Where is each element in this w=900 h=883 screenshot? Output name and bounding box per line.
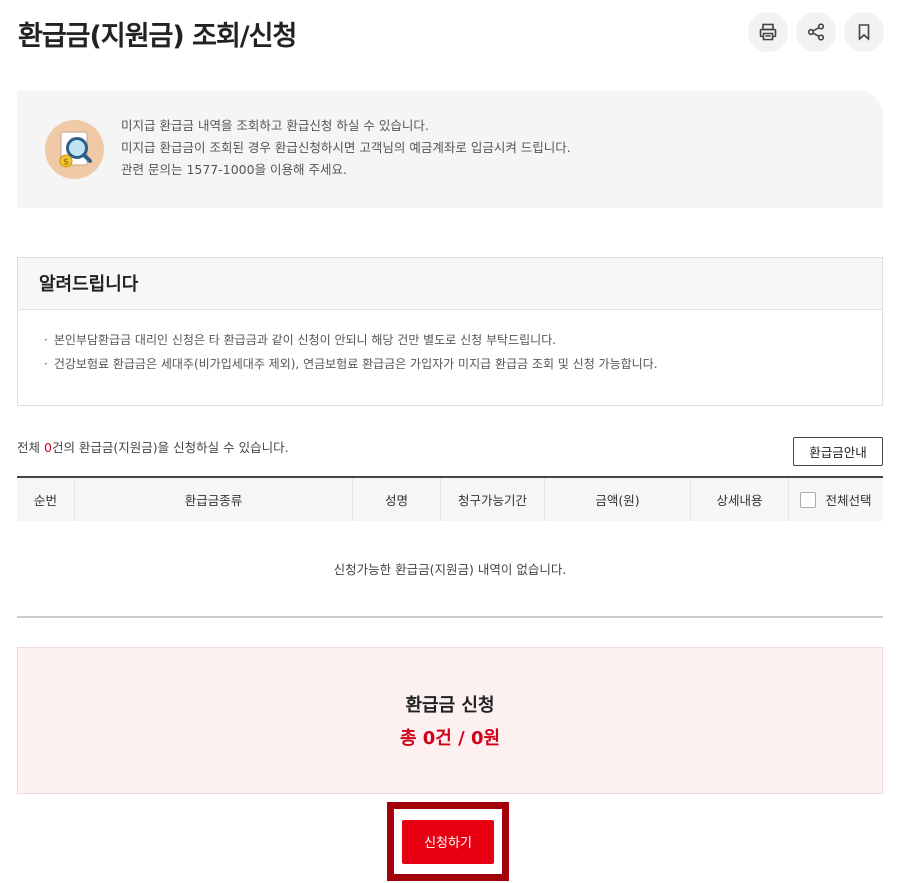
column-header-detail: 상세내용 [691, 478, 789, 521]
refund-guide-button[interactable]: 환급금안내 [793, 437, 883, 466]
bookmark-icon [858, 24, 870, 41]
count-number: 0 [43, 440, 52, 455]
notice-item: 건강보험료 환급금은 세대주(비가입세대주 제외), 연금보험료 환급금은 가입… [44, 352, 882, 376]
intro-line: 관련 문의는 1577-1000을 이용해 주세요. [121, 162, 348, 177]
magnifier-coin-icon: $ [45, 120, 104, 179]
page-title: 환급금(지원금) 조회/신청 [18, 21, 297, 52]
intro-line: 미지급 환급금이 조회된 경우 환급신청하시면 고객님의 예금계좌로 입금시켜 … [121, 140, 571, 155]
intro-line: 미지급 환급금 내역을 조회하고 환급신청 하실 수 있습니다. [121, 118, 429, 133]
count-suffix: 건의 환급금(지원금)을 신청하실 수 있습니다. [51, 440, 289, 455]
select-all-control[interactable]: 전체선택 [789, 478, 883, 521]
table-header: 순번 환급금종류 성명 청구가능기간 금액(원) 상세내용 전체선택 [17, 476, 883, 521]
apply-button-highlight: 신청하기 [387, 802, 509, 881]
intro-panel: $ 미지급 환급금 내역을 조회하고 환급신청 하실 수 있습니다. 미지급 환… [17, 91, 883, 208]
column-header-number: 순번 [17, 478, 75, 521]
share-button[interactable] [796, 12, 836, 52]
column-header-name: 성명 [353, 478, 441, 521]
summary-total: 총 0건 / 0원 [399, 728, 501, 749]
select-all-checkbox[interactable] [800, 491, 817, 508]
notice-title: 알려드립니다 [18, 258, 882, 310]
empty-state-message: 신청가능한 환급금(지원금) 내역이 없습니다. [17, 521, 883, 618]
notice-item: 본인부담환급금 대리인 신청은 타 환급금과 같이 신청이 안되니 해당 건만 … [44, 328, 882, 352]
count-prefix: 전체 [17, 440, 44, 455]
column-header-type: 환급금종류 [75, 478, 353, 521]
bookmark-button[interactable] [844, 12, 884, 52]
share-icon [807, 23, 825, 41]
column-header-amount: 금액(원) [545, 478, 691, 521]
print-icon [759, 23, 777, 41]
page-actions [748, 12, 884, 52]
result-count: 전체 0건의 환급금(지원금)을 신청하실 수 있습니다. [17, 437, 289, 456]
column-header-period: 청구가능기간 [441, 478, 545, 521]
svg-text:$: $ [63, 158, 69, 168]
summary-panel: 환급금 신청 총 0건 / 0원 [17, 647, 883, 794]
intro-text: 미지급 환급금 내역을 조회하고 환급신청 하실 수 있습니다. 미지급 환급금… [121, 115, 571, 181]
summary-title: 환급금 신청 [405, 695, 495, 716]
apply-button[interactable]: 신청하기 [402, 819, 494, 864]
print-button[interactable] [748, 12, 788, 52]
select-all-label: 전체선택 [825, 493, 872, 508]
notice-panel: 알려드립니다 본인부담환급금 대리인 신청은 타 환급금과 같이 신청이 안되니… [17, 257, 883, 406]
notice-list: 본인부담환급금 대리인 신청은 타 환급금과 같이 신청이 안되니 해당 건만 … [18, 310, 882, 376]
